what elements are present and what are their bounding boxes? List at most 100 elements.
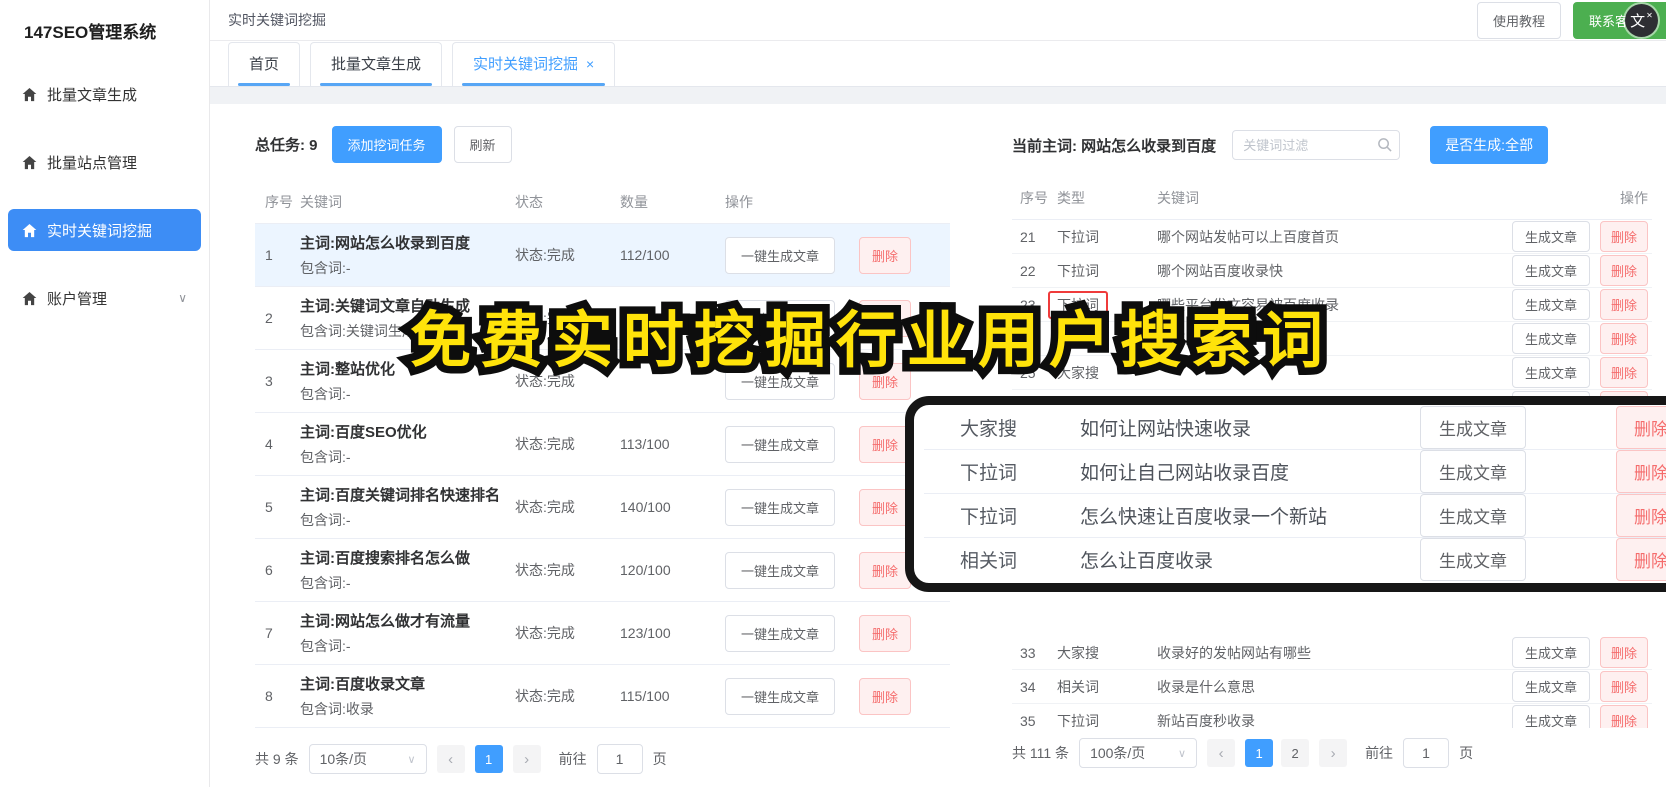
goto-page-input[interactable] <box>596 744 643 774</box>
generate-article-button[interactable]: 生成文章 <box>1511 637 1590 668</box>
delete-button[interactable]: 删除 <box>1599 357 1648 388</box>
page-size-select[interactable]: 100条/页 ∨ <box>1079 738 1198 768</box>
page-size-value: 10条/页 <box>319 751 368 767</box>
delete-button[interactable]: 删除 <box>859 236 912 274</box>
task-row[interactable]: 5 主词:百度关键词排名快速排名 包含词:- 状态:完成 140/100 一键生… <box>255 476 950 539</box>
page-number-button[interactable]: 1 <box>474 745 503 773</box>
generate-article-button[interactable]: 生成文章 <box>1511 357 1590 388</box>
delete-button[interactable]: 删除 <box>1616 494 1666 537</box>
generate-article-button[interactable]: 生成文章 <box>1511 255 1590 286</box>
delete-button[interactable]: 删除 <box>1599 671 1648 702</box>
prev-page-button[interactable]: ‹ <box>1207 739 1236 767</box>
keyword-row[interactable]: 25 大家搜 生成文章 删除 <box>1012 356 1652 390</box>
page-number-button[interactable]: 1 <box>1245 739 1274 767</box>
delete-button[interactable]: 删除 <box>1616 405 1666 449</box>
help-button[interactable]: 使用教程 <box>1476 1 1561 39</box>
delete-button[interactable]: 删除 <box>859 299 912 337</box>
generate-article-button[interactable]: 一键生成文章 <box>725 299 836 337</box>
keyword-row[interactable]: 35 下拉词 新站百度秒收录 生成文章 删除 <box>1012 704 1652 728</box>
page-number-button[interactable]: 2 <box>1281 739 1310 767</box>
generate-article-button[interactable]: 生成文章 <box>1511 705 1590 728</box>
delete-button[interactable]: 删除 <box>859 551 912 589</box>
generate-article-button[interactable]: 一键生成文章 <box>725 425 836 463</box>
page-size-value: 100条/页 <box>1090 745 1146 761</box>
generate-all-button[interactable]: 是否生成:全部 <box>1430 126 1549 164</box>
task-row[interactable]: 8 主词:百度收录文章 包含词:收录 状态:完成 115/100 一键生成文章 … <box>255 665 950 728</box>
next-page-button[interactable]: › <box>512 745 541 773</box>
task-actions: 一键生成文章 删除 <box>725 614 912 652</box>
tab-strip: 首页 批量文章生成 实时关键词挖掘 × <box>210 41 1666 87</box>
chevron-down-icon: ∨ <box>1178 747 1187 760</box>
tab[interactable]: 首页 <box>228 42 301 86</box>
generate-article-button[interactable]: 生成文章 <box>1511 323 1590 354</box>
delete-button[interactable]: 删除 <box>859 488 912 526</box>
sidebar-item[interactable]: 批量站点管理 ∨ <box>8 141 201 183</box>
generate-article-button[interactable]: 一键生成文章 <box>725 677 836 715</box>
task-sub-word: 包含词:- <box>300 449 351 465</box>
tab-close-icon[interactable]: × <box>586 56 594 72</box>
col-no: 序号 <box>1020 190 1048 206</box>
keyword-row[interactable]: 21 下拉词 哪个网站发帖可以上百度首页 生成文章 删除 <box>1012 220 1652 254</box>
generate-article-button[interactable]: 生成文章 <box>1420 494 1526 537</box>
task-row[interactable]: 4 主词:百度SEO优化 包含词:- 状态:完成 113/100 一键生成文章 … <box>255 413 950 476</box>
next-page-button[interactable]: › <box>1319 739 1348 767</box>
tab[interactable]: 实时关键词挖掘 × <box>452 42 616 86</box>
generate-article-button[interactable]: 一键生成文章 <box>725 362 836 400</box>
prev-page-button[interactable]: ‹ <box>436 745 465 773</box>
delete-button[interactable]: 删除 <box>859 425 912 463</box>
generate-article-button[interactable]: 生成文章 <box>1420 405 1526 449</box>
translate-extension-icon[interactable]: 文 ✕ <box>1625 4 1658 37</box>
add-task-button[interactable]: 添加挖词任务 <box>331 126 442 163</box>
delete-button[interactable]: 删除 <box>859 677 912 715</box>
generate-article-button[interactable]: 生成文章 <box>1420 450 1526 493</box>
delete-button[interactable]: 删除 <box>859 362 912 400</box>
main-area: 实时关键词挖掘 使用教程 联系客服 文 ✕ 首页 批量文章生成 实时关键词挖掘 × <box>210 0 1666 787</box>
generate-article-button[interactable]: 生成文章 <box>1511 221 1590 252</box>
sidebar-item[interactable]: 实时关键词挖掘 ∨ <box>8 209 201 251</box>
page-size-select[interactable]: 10条/页 ∨ <box>308 744 427 774</box>
keyword-type: 大家搜 <box>1057 641 1157 665</box>
task-count: 140/100 <box>620 499 671 515</box>
tab[interactable]: 批量文章生成 <box>310 42 443 86</box>
keyword-no: 33 <box>1020 644 1036 661</box>
delete-button[interactable]: 删除 <box>1599 323 1648 354</box>
generate-article-button[interactable]: 一键生成文章 <box>725 614 836 652</box>
keyword-row[interactable]: 33 大家搜 收录好的发帖网站有哪些 生成文章 删除 <box>1012 636 1652 670</box>
task-keyword-cell: 主词:百度关键词排名快速排名 包含词:- <box>300 484 515 530</box>
keyword-filter-input[interactable] <box>1232 130 1401 160</box>
task-row[interactable]: 6 主词:百度搜索排名怎么做 包含词:- 状态:完成 120/100 一键生成文… <box>255 539 950 602</box>
generate-article-button[interactable]: 生成文章 <box>1511 289 1590 320</box>
keyword-type: 相关词 <box>1057 675 1157 699</box>
sidebar-item[interactable]: 账户管理 ∨ <box>8 277 201 319</box>
generate-article-button[interactable]: 一键生成文章 <box>725 551 836 589</box>
refresh-button[interactable]: 刷新 <box>453 126 512 163</box>
delete-button[interactable]: 删除 <box>1599 221 1648 252</box>
generate-article-button[interactable]: 生成文章 <box>1511 671 1590 702</box>
generate-article-button[interactable]: 生成文章 <box>1420 538 1526 581</box>
delete-button[interactable]: 删除 <box>1616 538 1666 581</box>
keyword-type-chip: 大家搜 <box>1057 644 1099 661</box>
delete-button[interactable]: 删除 <box>859 614 912 652</box>
current-main-word: 当前主词: 网站怎么收录到百度 <box>1012 137 1217 155</box>
delete-button[interactable]: 删除 <box>1616 450 1666 493</box>
keyword-row[interactable]: 24 下拉词 如何… 生成文章 删除 <box>1012 322 1652 356</box>
sidebar-item-label: 实时关键词挖掘 <box>47 222 153 240</box>
keyword-row[interactable]: 23 下拉词 哪些平台发文容易被百度收录 生成文章 删除 <box>1012 288 1652 322</box>
delete-button[interactable]: 删除 <box>1599 255 1648 286</box>
keyword-row[interactable]: 34 相关词 收录是什么意思 生成文章 删除 <box>1012 670 1652 704</box>
delete-button[interactable]: 删除 <box>1599 637 1648 668</box>
task-row[interactable]: 2 主词:关键词文章自动生成 包含词:关键词生成 状态:完成 100/100 一… <box>255 287 950 350</box>
task-row[interactable]: 7 主词:网站怎么做才有流量 包含词:- 状态:完成 123/100 一键生成文… <box>255 602 950 665</box>
task-keyword-cell: 主词:网站怎么收录到百度 包含词:- <box>300 232 515 278</box>
goto-page-input[interactable] <box>1403 738 1450 768</box>
generate-article-button[interactable]: 一键生成文章 <box>725 488 836 526</box>
task-row[interactable]: 3 主词:整站优化 包含词:- 状态:完成 一键生成文章 删除 <box>255 350 950 413</box>
sidebar-item[interactable]: 批量文章生成 ∨ <box>8 73 201 115</box>
delete-button[interactable]: 删除 <box>1599 289 1648 320</box>
keyword-text: 怎么让百度收录 <box>1080 551 1214 572</box>
generate-article-button[interactable]: 一键生成文章 <box>725 236 836 274</box>
delete-button[interactable]: 删除 <box>1599 705 1648 728</box>
keyword-text: 哪个网站发帖可以上百度首页 <box>1157 228 1339 245</box>
task-row[interactable]: 1 主词:网站怎么收录到百度 包含词:- 状态:完成 112/100 一键生成文… <box>255 224 950 287</box>
keyword-row[interactable]: 22 下拉词 哪个网站百度收录快 生成文章 删除 <box>1012 254 1652 288</box>
